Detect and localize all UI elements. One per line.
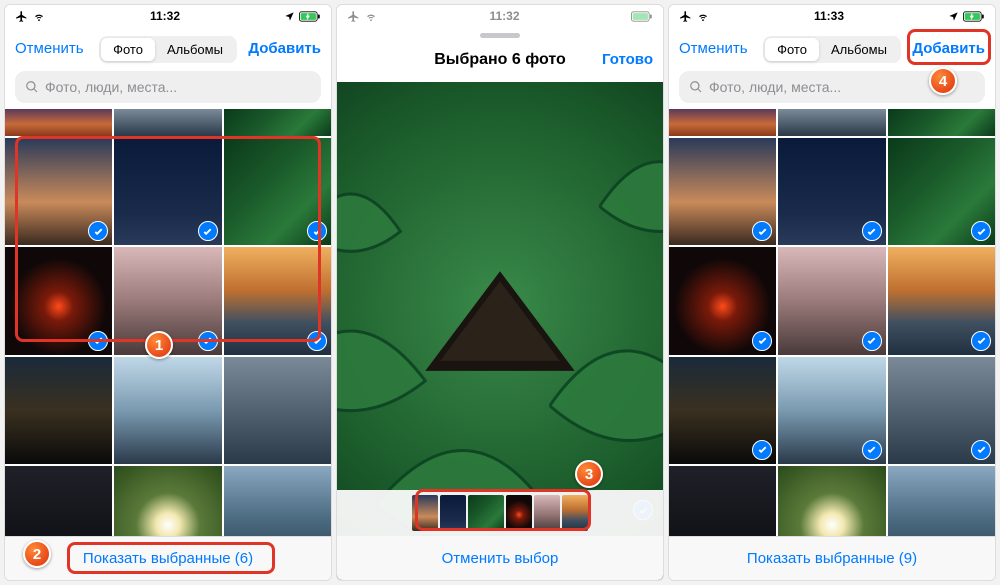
cancel-button[interactable]: Отменить xyxy=(679,40,748,57)
status-time: 11:32 xyxy=(489,9,519,23)
status-time: 11:33 xyxy=(814,9,844,23)
selected-check-icon xyxy=(971,331,991,351)
search-bar[interactable] xyxy=(15,71,321,103)
photo-thumb[interactable] xyxy=(5,109,112,136)
photo-thumb[interactable] xyxy=(888,138,995,245)
screen-1-photo-picker: 11:32 Отменить Фото Альбомы Добавить xyxy=(4,4,332,581)
status-time: 11:32 xyxy=(150,9,180,23)
search-input[interactable] xyxy=(709,79,975,95)
selected-check-icon xyxy=(862,221,882,241)
photo-thumb[interactable] xyxy=(778,109,885,136)
selected-check-icon xyxy=(307,331,327,351)
screen-3-photo-picker: 11:33 Отменить Фото Альбомы Добавить xyxy=(668,4,996,581)
nav-bar: Отменить Фото Альбомы Добавить xyxy=(5,27,331,71)
seg-albums[interactable]: Альбомы xyxy=(155,38,235,61)
photo-thumb[interactable] xyxy=(114,466,221,536)
photo-grid xyxy=(669,109,995,536)
photo-thumb[interactable] xyxy=(224,466,331,536)
photo-thumb[interactable] xyxy=(778,247,885,354)
photo-thumb[interactable] xyxy=(5,466,112,536)
photo-thumb[interactable] xyxy=(114,357,221,464)
photo-thumb[interactable] xyxy=(669,357,776,464)
photo-thumb[interactable] xyxy=(778,357,885,464)
bottom-bar: Показать выбранные (9) xyxy=(669,536,995,580)
seg-photos[interactable]: Фото xyxy=(765,38,819,61)
airplane-mode-icon xyxy=(679,10,692,23)
wifi-icon xyxy=(696,11,710,22)
wifi-icon xyxy=(364,11,378,22)
photo-thumb[interactable] xyxy=(888,357,995,464)
status-bar: 11:33 xyxy=(669,5,995,27)
battery-icon xyxy=(963,11,985,22)
segmented-control[interactable]: Фото Альбомы xyxy=(99,36,237,63)
done-button[interactable]: Готово xyxy=(602,51,653,68)
show-selected-button[interactable]: Показать выбранные (9) xyxy=(747,550,917,567)
photo-thumb[interactable] xyxy=(224,109,331,136)
selected-check-icon xyxy=(862,331,882,351)
photo-thumb[interactable] xyxy=(114,247,221,354)
screen-2-preview: 11:32 Выбрано 6 фото Готово xyxy=(336,4,664,581)
battery-icon xyxy=(631,11,653,22)
filmstrip-thumb[interactable] xyxy=(562,495,588,531)
photo-thumb[interactable] xyxy=(888,247,995,354)
search-icon xyxy=(25,80,39,94)
selected-check-icon xyxy=(198,221,218,241)
photo-thumb[interactable] xyxy=(669,138,776,245)
preview-area[interactable]: Отменить выбор xyxy=(337,82,663,580)
filmstrip xyxy=(337,490,663,536)
cancel-button[interactable]: Отменить xyxy=(15,40,84,57)
photo-thumb[interactable] xyxy=(224,247,331,354)
filmstrip-thumb[interactable] xyxy=(412,495,438,531)
seg-albums[interactable]: Альбомы xyxy=(819,38,899,61)
photo-thumb[interactable] xyxy=(888,466,995,536)
photo-thumb[interactable] xyxy=(5,247,112,354)
nav-bar: Выбрано 6 фото Готово xyxy=(337,38,663,82)
photo-thumb[interactable] xyxy=(224,138,331,245)
filmstrip-thumb[interactable] xyxy=(440,495,466,531)
search-input[interactable] xyxy=(45,79,311,95)
photo-thumb[interactable] xyxy=(669,109,776,136)
preview-title: Выбрано 6 фото xyxy=(434,51,566,69)
show-selected-button[interactable]: Показать выбранные (6) xyxy=(83,550,253,567)
photo-thumb[interactable] xyxy=(888,109,995,136)
selected-check-icon xyxy=(971,440,991,460)
battery-icon xyxy=(299,11,321,22)
selected-check-icon xyxy=(752,331,772,351)
status-bar: 11:32 xyxy=(337,5,663,27)
selected-check-icon xyxy=(88,331,108,351)
photo-thumb[interactable] xyxy=(778,138,885,245)
status-bar: 11:32 xyxy=(5,5,331,27)
location-icon xyxy=(284,11,295,22)
photo-thumb[interactable] xyxy=(224,357,331,464)
selected-check-icon xyxy=(198,331,218,351)
search-icon xyxy=(689,80,703,94)
photo-thumb[interactable] xyxy=(669,247,776,354)
selected-check-icon xyxy=(862,440,882,460)
photo-thumb[interactable] xyxy=(114,109,221,136)
segmented-control[interactable]: Фото Альбомы xyxy=(763,36,901,63)
nav-bar: Отменить Фото Альбомы Добавить xyxy=(669,27,995,71)
location-icon xyxy=(948,11,959,22)
bottom-bar: Показать выбранные (6) xyxy=(5,536,331,580)
photo-thumb[interactable] xyxy=(5,357,112,464)
search-bar[interactable] xyxy=(679,71,985,103)
wifi-icon xyxy=(32,11,46,22)
bottom-bar: Отменить выбор xyxy=(337,536,663,580)
photo-thumb[interactable] xyxy=(114,138,221,245)
photo-thumb[interactable] xyxy=(778,466,885,536)
add-button[interactable]: Добавить xyxy=(912,40,985,57)
cancel-selection-button[interactable]: Отменить выбор xyxy=(442,550,559,567)
airplane-mode-icon xyxy=(347,10,360,23)
filmstrip-thumb[interactable] xyxy=(506,495,532,531)
airplane-mode-icon xyxy=(15,10,28,23)
photo-grid xyxy=(5,109,331,536)
filmstrip-thumb[interactable] xyxy=(534,495,560,531)
add-button[interactable]: Добавить xyxy=(248,40,321,57)
photo-thumb[interactable] xyxy=(5,138,112,245)
filmstrip-thumb-current[interactable] xyxy=(468,495,504,531)
photo-thumb[interactable] xyxy=(669,466,776,536)
seg-photos[interactable]: Фото xyxy=(101,38,155,61)
